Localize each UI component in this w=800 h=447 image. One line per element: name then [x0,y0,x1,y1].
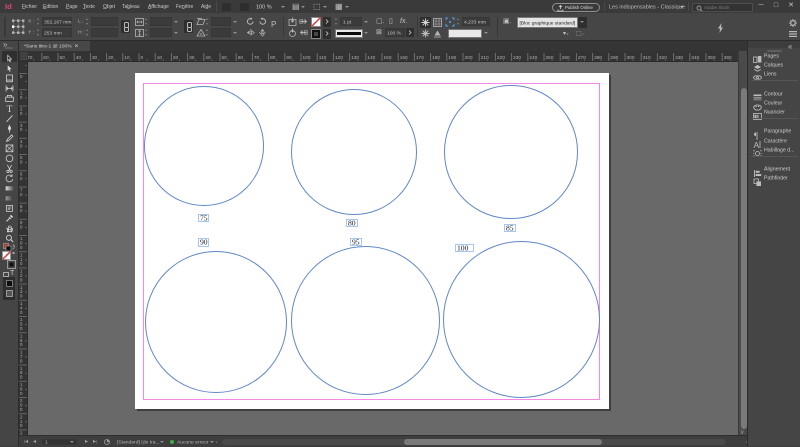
svg-text:30: 30 [91,55,97,61]
svg-text:50: 50 [59,55,65,61]
svg-text:40: 40 [205,55,211,61]
svg-text:0: 0 [20,277,23,282]
svg-text:10: 10 [124,55,130,61]
svg-text:110: 110 [318,55,326,61]
svg-text:360: 360 [723,55,731,61]
svg-text:320: 320 [658,55,666,61]
svg-text:0: 0 [20,391,23,396]
svg-text:250: 250 [545,55,553,61]
svg-text:130: 130 [351,55,359,61]
svg-text:20: 20 [172,55,178,61]
svg-text:310: 310 [642,55,650,61]
svg-text:170: 170 [415,55,423,61]
svg-text:190: 190 [448,55,456,61]
svg-text:0: 0 [20,160,23,165]
svg-text:150: 150 [383,55,391,61]
svg-text:0: 0 [20,375,23,380]
svg-text:0: 0 [140,55,143,61]
svg-text:50: 50 [221,55,227,61]
svg-text:0: 0 [20,143,23,148]
svg-text:0: 0 [20,192,23,197]
svg-text:240: 240 [529,55,537,61]
svg-text:340: 340 [691,55,699,61]
svg-text:40: 40 [75,55,81,61]
svg-text:180: 180 [432,55,440,61]
svg-text:0: 0 [20,95,23,100]
svg-text:280: 280 [594,55,602,61]
svg-text:0: 0 [20,74,23,79]
svg-text:60: 60 [43,55,49,61]
svg-text:220: 220 [496,55,504,61]
svg-text:270: 270 [577,55,585,61]
svg-text:140: 140 [367,55,375,61]
svg-text:0: 0 [20,358,23,363]
svg-text:0: 0 [20,224,23,229]
svg-text:0: 0 [20,208,23,213]
svg-text:300: 300 [626,55,634,61]
svg-text:0: 0 [20,176,23,181]
svg-text:200: 200 [464,55,472,61]
svg-text:0: 0 [20,342,23,347]
svg-text:210: 210 [480,55,488,61]
svg-text:330: 330 [675,55,683,61]
svg-text:70: 70 [253,55,259,61]
svg-text:0: 0 [20,127,23,132]
svg-text:80: 80 [270,55,276,61]
svg-text:30: 30 [189,55,195,61]
svg-text:350: 350 [707,55,715,61]
svg-text:20: 20 [108,55,114,61]
svg-text:260: 260 [561,55,569,61]
svg-text:0: 0 [20,111,23,116]
svg-text:0: 0 [20,407,23,412]
svg-text:0: 0 [20,245,23,250]
svg-text:0: 0 [20,294,23,299]
svg-text:230: 230 [513,55,521,61]
svg-text:0: 0 [20,423,23,428]
svg-text:60: 60 [237,55,243,61]
svg-text:0: 0 [20,326,23,331]
svg-text:90: 90 [286,55,292,61]
svg-text:0: 0 [20,261,23,266]
svg-text:160: 160 [399,55,407,61]
svg-text:290: 290 [610,55,618,61]
svg-text:10: 10 [156,55,162,61]
svg-text:[Bloc graphique standard]: [Bloc graphique standard] [520,20,576,26]
svg-text:120: 120 [334,55,342,61]
svg-text:100: 100 [302,55,310,61]
svg-text:0: 0 [20,310,23,315]
